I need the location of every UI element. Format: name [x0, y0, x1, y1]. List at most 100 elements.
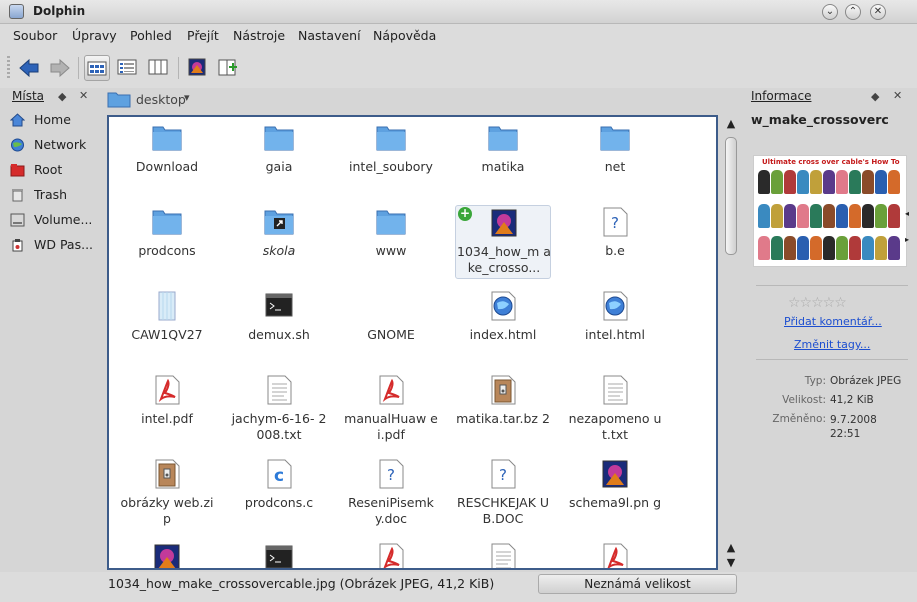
folder-item[interactable]: skola: [231, 205, 327, 277]
file-item[interactable]: obrázky web.zip: [119, 457, 215, 529]
file-item[interactable]: c prodcons.c: [231, 457, 327, 529]
columns-view-button[interactable]: [146, 55, 172, 81]
back-button[interactable]: [16, 55, 42, 81]
preview-toggle-button[interactable]: [185, 55, 211, 81]
file-label: demux.sh: [248, 327, 310, 342]
scroll-up-icon[interactable]: ▲: [723, 117, 739, 131]
preview-figure: [862, 170, 874, 194]
folder-item[interactable]: gaia: [231, 121, 327, 193]
places-item-root[interactable]: Root: [10, 161, 100, 181]
menu-settings[interactable]: Nastavení: [298, 28, 361, 43]
panel-close-icon[interactable]: ✕: [893, 89, 902, 102]
file-item[interactable]: intel.html: [567, 289, 663, 361]
icons-view-button[interactable]: [84, 55, 110, 81]
meta-label-modified: Změněno:: [772, 413, 826, 425]
places-item-volume[interactable]: Volume...: [10, 211, 100, 231]
places-panel-header: Místa ◆ ✕: [12, 89, 100, 107]
pdf-file-icon: [155, 375, 180, 405]
toolbar-grip[interactable]: [7, 56, 10, 80]
toolbar: [0, 48, 917, 88]
folder-icon: [376, 126, 406, 151]
scrollbar-thumb[interactable]: [725, 137, 737, 255]
file-item[interactable]: [231, 541, 327, 568]
scroll-down-icon[interactable]: ▼: [723, 556, 739, 570]
folder-item[interactable]: Download: [119, 121, 215, 193]
file-item[interactable]: CAW1QV27: [119, 289, 215, 361]
folder-item[interactable]: intel_soubory: [343, 121, 439, 193]
panel-float-icon[interactable]: ◆: [58, 90, 66, 103]
file-item[interactable]: demux.sh: [231, 289, 327, 361]
dolphin-app-icon[interactable]: [9, 4, 24, 19]
file-item[interactable]: ? ReseniPisemk y.doc: [343, 457, 439, 529]
file-item[interactable]: GNOME: [343, 289, 439, 361]
panel-float-icon[interactable]: ◆: [871, 90, 879, 103]
places-item-label: WD Pas...: [34, 237, 94, 252]
forward-button[interactable]: [47, 55, 73, 81]
places-item-network[interactable]: Network: [10, 136, 100, 156]
image-preview: Ultimate cross over cable's How To: [753, 155, 907, 267]
menu-file[interactable]: Soubor: [13, 28, 57, 43]
scroll-right-icon[interactable]: ▸: [905, 235, 909, 244]
file-item[interactable]: intel.pdf: [119, 373, 215, 445]
minimize-button[interactable]: ⌄: [822, 4, 838, 20]
file-item[interactable]: jachym-6-16- 2008.txt: [231, 373, 327, 445]
file-item[interactable]: [567, 541, 663, 568]
close-button[interactable]: ✕: [870, 4, 886, 20]
meta-value-size: 41,2 KiB: [830, 394, 874, 406]
file-item[interactable]: matika.tar.bz 2: [455, 373, 551, 445]
details-view-button[interactable]: [115, 55, 141, 81]
file-item[interactable]: index.html: [455, 289, 551, 361]
menu-tools[interactable]: Nástroje: [233, 28, 285, 43]
icon-grid-icon: [87, 61, 107, 76]
preview-figure: [823, 170, 835, 194]
image-file-icon: [602, 460, 628, 488]
split-add-icon: [218, 59, 237, 76]
places-item-trash[interactable]: Trash: [10, 186, 100, 206]
menu-go[interactable]: Přejít: [187, 28, 219, 43]
free-space-indicator: Neznámá velikost: [538, 574, 737, 594]
menu-help[interactable]: Nápověda: [373, 28, 436, 43]
file-item[interactable]: ? b.e: [567, 205, 663, 277]
folder-item[interactable]: prodcons: [119, 205, 215, 277]
file-item[interactable]: ? RESCHKEJAK UB.DOC: [455, 457, 551, 529]
file-item[interactable]: +1034_how_m ake_crosso...: [455, 205, 551, 279]
maximize-button[interactable]: ⌃: [845, 4, 861, 20]
add-selection-icon[interactable]: +: [458, 207, 472, 221]
file-item[interactable]: [455, 541, 551, 568]
file-item[interactable]: manualHuaw ei.pdf: [343, 373, 439, 445]
places-item-home[interactable]: Home: [10, 111, 100, 131]
panel-close-icon[interactable]: ✕: [79, 89, 88, 102]
add-comment-link[interactable]: Přidat komentář...: [784, 315, 882, 328]
preview-title: Ultimate cross over cable's How To: [762, 158, 900, 166]
file-view[interactable]: Download gaia intel_soubory matika net prodco…: [107, 115, 718, 570]
file-item[interactable]: [343, 541, 439, 568]
preview-figure: [888, 204, 900, 228]
change-tags-link[interactable]: Změnit tagy...: [794, 338, 870, 351]
file-item[interactable]: nezapomeno ut.txt: [567, 373, 663, 445]
places-item-wd-passport[interactable]: WD Pas...: [10, 236, 100, 256]
file-label: skola: [262, 243, 296, 258]
scroll-left-icon[interactable]: ◂: [905, 209, 909, 218]
preview-figure: [875, 170, 887, 194]
folder-icon: [107, 92, 131, 108]
preview-figure: [784, 170, 796, 194]
menu-view[interactable]: Pohled: [130, 28, 172, 43]
file-label: prodcons.c: [244, 495, 314, 510]
file-label: net: [604, 159, 626, 174]
preview-scrollbar[interactable]: ◂ ▸: [905, 155, 913, 267]
file-label: matika: [481, 159, 525, 174]
file-item[interactable]: schema9l.pn g: [567, 457, 663, 529]
preview-figure: [758, 204, 770, 228]
folder-item[interactable]: matika: [455, 121, 551, 193]
rating-stars[interactable]: ☆☆☆☆☆: [788, 295, 847, 311]
split-view-button[interactable]: [216, 55, 242, 81]
chevron-down-icon[interactable]: ▾: [184, 91, 190, 104]
folder-item[interactable]: www: [343, 205, 439, 277]
menu-edit[interactable]: Úpravy: [72, 28, 117, 43]
scroll-up-icon[interactable]: ▲: [723, 541, 739, 555]
folder-item[interactable]: net: [567, 121, 663, 193]
places-item-label: Root: [34, 162, 63, 177]
file-item[interactable]: [119, 541, 215, 568]
file-label: www: [375, 243, 407, 258]
vertical-scrollbar[interactable]: ▲ ▲ ▼: [720, 115, 742, 572]
